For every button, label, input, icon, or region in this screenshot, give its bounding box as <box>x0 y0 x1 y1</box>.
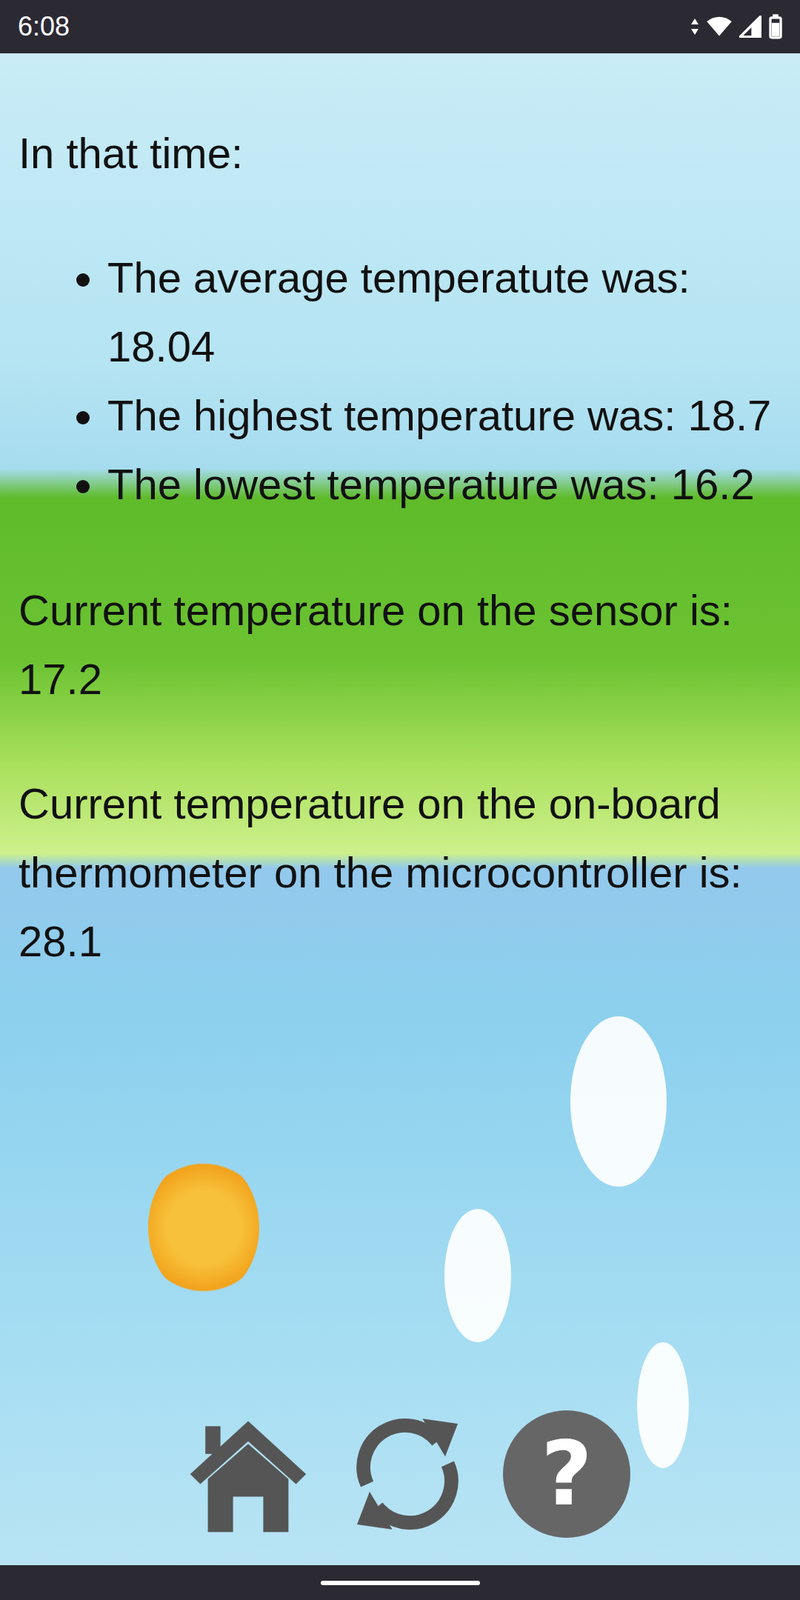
reading-text: Current temperature on the on-board ther… <box>18 768 782 976</box>
stat-item: The average temperatute was: 18.04 <box>107 242 782 381</box>
stat-item: The highest temperature was: 18.7 <box>107 380 782 450</box>
battery-icon <box>768 14 783 40</box>
cloud-decoration <box>637 1342 689 1469</box>
help-icon: ? <box>502 1410 631 1538</box>
system-nav-bar <box>0 1565 800 1600</box>
home-button[interactable] <box>183 1408 314 1539</box>
help-button[interactable]: ? <box>502 1408 632 1539</box>
reading-text: Current temperature on the sensor is: 17… <box>18 575 782 714</box>
bottom-nav: ? <box>18 1408 782 1539</box>
home-gesture-handle[interactable] <box>320 1580 480 1586</box>
data-arrows-icon <box>690 17 700 36</box>
status-bar: 6:08 <box>0 0 800 54</box>
app-screen: 6:08 In that time: The average temperatute… <box>0 0 800 1600</box>
cloud-decoration <box>570 1016 667 1187</box>
stat-item: The lowest temperature was: 16.2 <box>107 449 782 519</box>
home-icon <box>185 1411 312 1538</box>
cellular-icon <box>739 15 762 38</box>
intro-text: In that time: <box>18 118 782 188</box>
status-time: 6:08 <box>17 11 70 43</box>
stats-list: The average temperatute was: 18.04The hi… <box>18 242 782 519</box>
refresh-icon <box>344 1411 471 1538</box>
cloud-decoration <box>444 1208 512 1343</box>
content-area: In that time: The average temperatute was… <box>0 53 800 1566</box>
sun-decoration <box>148 1157 260 1298</box>
wifi-icon <box>706 16 732 38</box>
status-icons <box>690 14 783 40</box>
refresh-button[interactable] <box>342 1408 473 1539</box>
temperature-summary: In that time: The average temperatute was… <box>18 118 782 1032</box>
